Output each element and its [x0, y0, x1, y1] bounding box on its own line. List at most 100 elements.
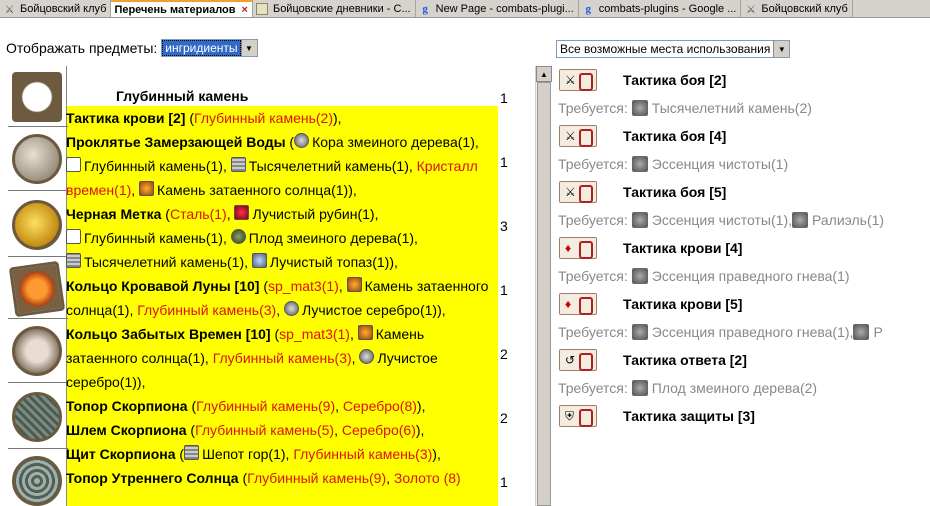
- essence-icon: [631, 324, 648, 340]
- recipe-name[interactable]: Топор Утреннего Солнца: [66, 470, 239, 486]
- dropdown-arrow-icon[interactable]: ▼: [773, 41, 790, 57]
- separator: ,: [276, 302, 284, 318]
- requirement: Р: [873, 324, 883, 340]
- tab-label: Перечень материалов: [114, 4, 236, 16]
- essence-icon: [631, 268, 648, 284]
- gold-icon[interactable]: [12, 200, 62, 250]
- recipe-name[interactable]: Шлем Скорпиона: [66, 422, 187, 438]
- separator: ,: [226, 206, 235, 222]
- cane-icon[interactable]: [12, 456, 62, 506]
- ingredient-link[interactable]: Глубинный камень(3): [213, 350, 352, 366]
- paren: (: [270, 326, 280, 342]
- recipe-name[interactable]: Проклятье Замерзающей Воды: [66, 134, 286, 150]
- recipes-list: Тактика крови [2] ( Глубинный камень(2)),…: [66, 106, 498, 490]
- scroll-icon: ♦: [559, 237, 597, 259]
- tactic-item[interactable]: ↺ Тактика ответа [2]: [556, 346, 930, 374]
- material-count: 1: [500, 474, 508, 490]
- tactic-name[interactable]: Тактика крови [5]: [623, 296, 742, 312]
- close-icon[interactable]: ×: [242, 4, 248, 16]
- paren: (: [285, 134, 295, 150]
- tab-label: Бойцовский клуб: [761, 3, 848, 15]
- ingredient-link[interactable]: Глубинный камень(3): [293, 446, 432, 462]
- ingredient: Тысячелетний камень(1),: [84, 254, 252, 270]
- tab-new-page[interactable]: g New Page - combats-plugi...: [415, 0, 579, 17]
- requirement: Эссенция чистоты(1),: [651, 212, 792, 228]
- scrollbar-thumb[interactable]: [537, 82, 551, 506]
- ingredient-link[interactable]: Глубинный камень(9): [247, 470, 386, 486]
- ingredient: Шепот гор(1),: [202, 446, 294, 462]
- recipe-name[interactable]: Щит Скорпиона: [66, 446, 176, 462]
- snake-fruit-icon: [230, 229, 246, 244]
- recipe-name[interactable]: Топор Скорпиона: [66, 398, 188, 414]
- tactic-name[interactable]: Тактика боя [4]: [623, 128, 726, 144]
- tactic-item[interactable]: ♦ Тактика крови [4]: [556, 234, 930, 262]
- raliel-icon: [792, 212, 808, 228]
- ingredient-link[interactable]: Глубинный камень(3): [137, 302, 276, 318]
- separator: ,: [335, 398, 343, 414]
- usage-place-select-wrap: Все возможные места использования ▼: [556, 40, 791, 58]
- paren: ),: [415, 422, 425, 438]
- recipe-item: Топор Утреннего Солнца (Глубинный камень…: [66, 466, 498, 490]
- ingredient-link[interactable]: Глубинный камень(9): [196, 398, 335, 414]
- ingredient-link[interactable]: Сталь(1): [170, 206, 227, 222]
- tactic-name[interactable]: Тактика боя [2]: [623, 72, 726, 88]
- tactic-item[interactable]: ⚔ Тактика боя [2]: [556, 66, 930, 94]
- ingredient-link[interactable]: sp_mat3(1): [279, 326, 350, 342]
- material-count: 1: [500, 90, 508, 106]
- ingredient-link[interactable]: Серебро(8): [343, 398, 417, 414]
- sun-stone-icon: [346, 277, 362, 292]
- separator: ,: [386, 470, 394, 486]
- dropdown-arrow-icon[interactable]: ▼: [240, 40, 257, 56]
- tactic-item[interactable]: ⛨ Тактика защиты [3]: [556, 402, 930, 430]
- sun-stone-icon[interactable]: [8, 260, 66, 318]
- millennial-stone-icon: [66, 253, 81, 268]
- usage-place-select[interactable]: Все возможные места использования ▼: [556, 40, 791, 58]
- snake-fruit-icon: [631, 380, 648, 396]
- selected-material-title: Глубинный камень: [116, 88, 249, 104]
- vertical-scrollbar[interactable]: ▲: [535, 66, 552, 506]
- tactic-name[interactable]: Тактика защиты [3]: [623, 408, 755, 424]
- scroll-up-icon[interactable]: ▲: [536, 66, 552, 82]
- deep-stone-icon[interactable]: [12, 72, 62, 122]
- scorpion-icon[interactable]: [12, 392, 62, 442]
- tab-fight-diaries[interactable]: Бойцовские дневники - С...: [252, 0, 416, 17]
- recipe-name[interactable]: Кольцо Забытых Времен [10]: [66, 326, 271, 342]
- recipe-name[interactable]: Черная Метка: [66, 206, 161, 222]
- silver-icon: [283, 301, 299, 316]
- tactic-name[interactable]: Тактика боя [5]: [623, 184, 726, 200]
- tab-fight-club-1[interactable]: ⚔ Бойцовский клуб: [0, 0, 112, 17]
- ingredient-link[interactable]: Золото (8): [394, 470, 461, 486]
- material-count: 2: [500, 346, 508, 362]
- recipe-item: Кольцо Забытых Времен [10] (sp_mat3(1), …: [66, 322, 498, 394]
- tactic-name[interactable]: Тактика ответа [2]: [623, 352, 747, 368]
- tactic-item[interactable]: ♦ Тактика крови [5]: [556, 290, 930, 318]
- crossed-swords-icon: ⚔: [4, 3, 15, 16]
- item-type-select[interactable]: ингридиенты ▼: [161, 39, 258, 57]
- tab-materials-list[interactable]: Перечень материалов ×: [111, 0, 253, 17]
- hand-icon[interactable]: [12, 326, 62, 376]
- tactic-name[interactable]: Тактика крови [4]: [623, 240, 742, 256]
- recipe-name[interactable]: Тактика крови [2]: [66, 110, 185, 126]
- ingredient-link[interactable]: Серебро(6): [342, 422, 416, 438]
- tab-label: New Page - combats-plugi...: [435, 3, 574, 15]
- tab-combats-plugins[interactable]: g combats-plugins - Google ...: [578, 0, 742, 17]
- recipe-name[interactable]: Кольцо Кровавой Луны [10]: [66, 278, 259, 294]
- ingredient-link[interactable]: Глубинный камень(5): [195, 422, 334, 438]
- requirement: Плод змеиного дерева(2): [651, 380, 818, 396]
- requirement: Эссенция праведного гнева(1),: [651, 324, 854, 340]
- ingredient: Кора змеиного дерева(1),: [312, 134, 479, 150]
- recipe-item: Шлем Скорпиона (Глубинный камень(5), Сер…: [66, 418, 498, 442]
- requirement-row: Требуется: Эссенция праведного гнева(1),…: [556, 318, 930, 346]
- tactic-item[interactable]: ⚔ Тактика боя [5]: [556, 178, 930, 206]
- ingredient-link[interactable]: Глубинный камень(2): [194, 110, 333, 126]
- paren: (: [259, 278, 268, 294]
- requires-label: Требуется:: [558, 100, 628, 116]
- snake-bark-icon[interactable]: [12, 134, 62, 184]
- recipe-item: Щит Скорпиона (Шепот гор(1), Глубинный к…: [66, 442, 498, 466]
- separator: ,: [349, 326, 358, 342]
- tab-fight-club-2[interactable]: ⚔ Бойцовский клуб: [741, 0, 853, 17]
- recipe-item: Проклятье Замерзающей Воды ( Кора змеиног…: [66, 130, 498, 202]
- ingredient-link[interactable]: sp_mat3(1): [268, 278, 339, 294]
- tactic-item[interactable]: ⚔ Тактика боя [4]: [556, 122, 930, 150]
- usage-place-value: Все возможные места использования: [560, 42, 771, 56]
